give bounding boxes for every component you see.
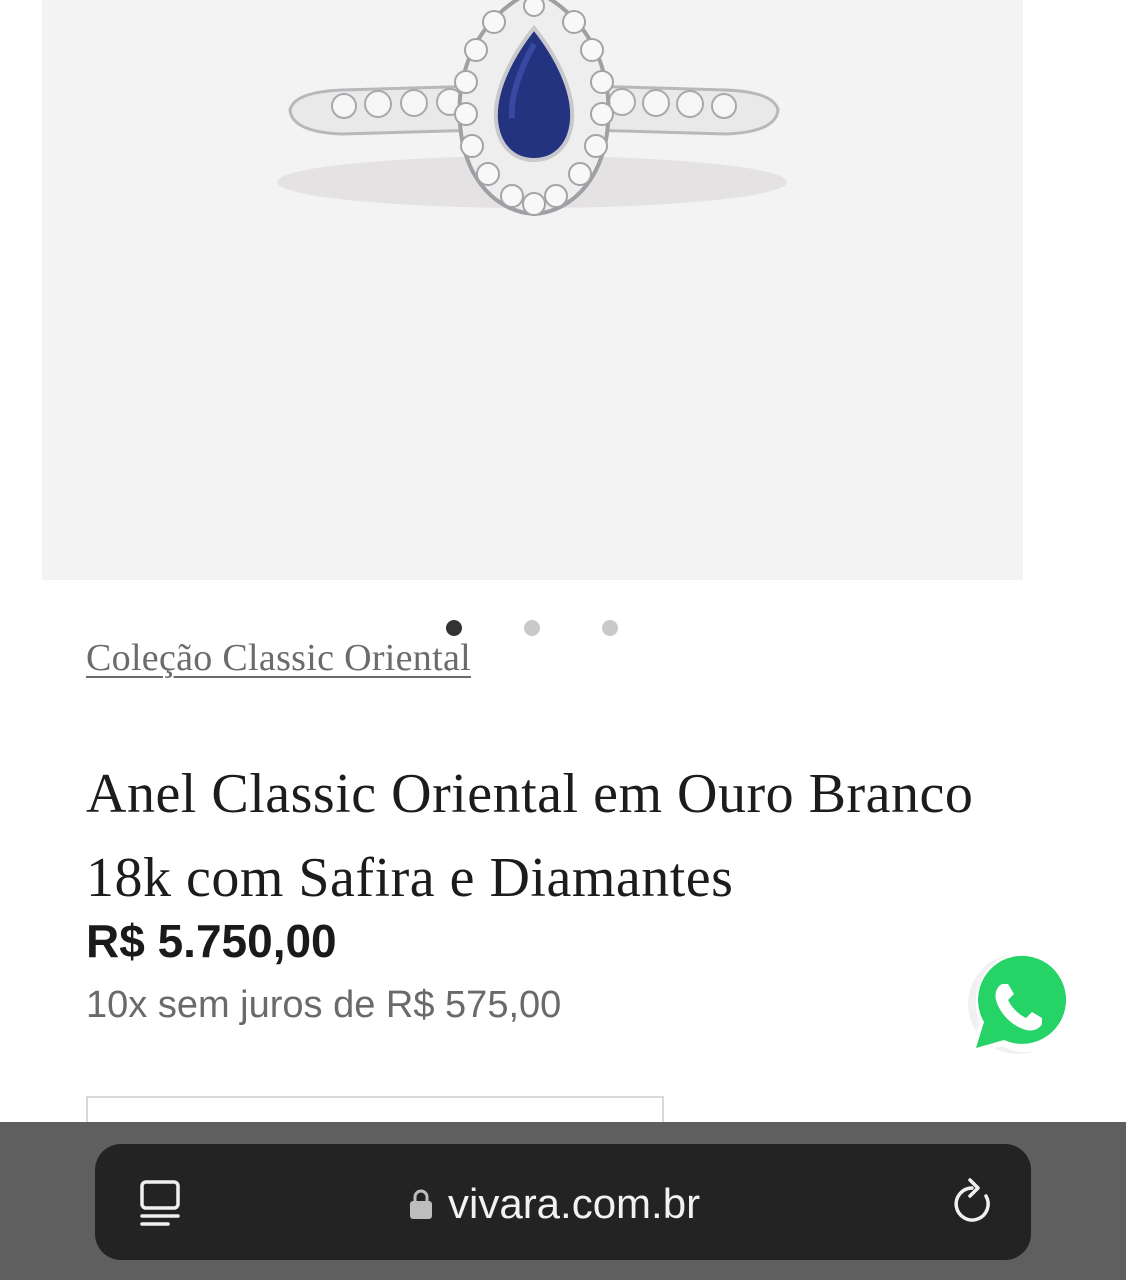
product-title: Anel Classic Oriental em Ouro Branco 18k… [86,763,974,909]
installments-text: 10x sem juros de R$ 575,00 [86,984,562,1026]
whatsapp-icon [968,952,1076,1054]
carousel-dots [446,620,618,636]
lock-icon [410,1189,432,1219]
url-display[interactable]: vivara.com.br [408,1172,700,1236]
tabs-icon[interactable] [138,1178,184,1228]
ring-image [277,0,787,217]
reload-icon[interactable] [948,1176,996,1228]
url-text: vivara.com.br [448,1180,701,1227]
product-price: R$ 5.750,00 [86,915,337,967]
carousel-dot-1[interactable] [446,620,462,636]
collection-link[interactable]: Coleção Classic Oriental [86,636,471,680]
carousel-dot-3[interactable] [602,620,618,636]
whatsapp-button[interactable] [958,948,1076,1064]
carousel-dot-2[interactable] [524,620,540,636]
product-image[interactable] [42,0,1023,580]
